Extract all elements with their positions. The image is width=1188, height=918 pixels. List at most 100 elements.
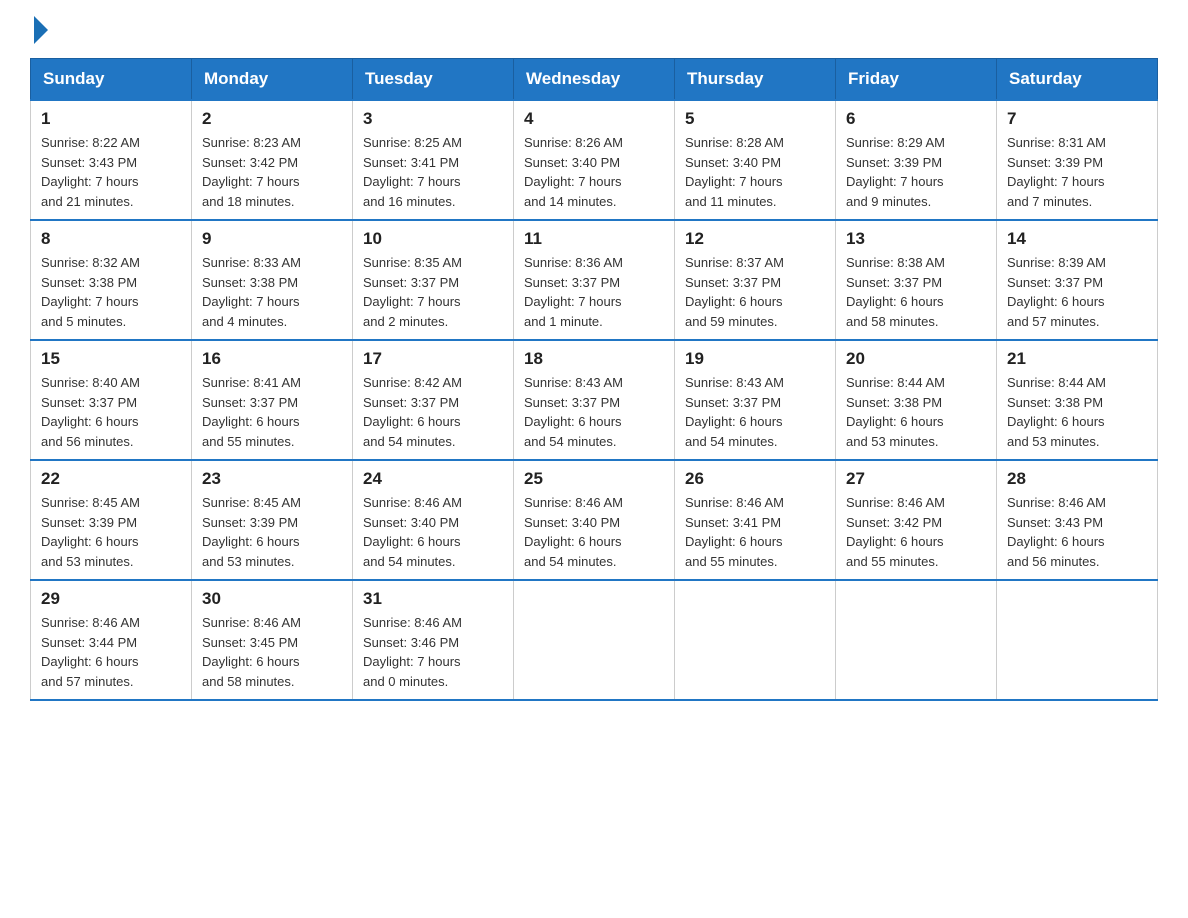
calendar-cell: 28Sunrise: 8:46 AMSunset: 3:43 PMDayligh… — [997, 460, 1158, 580]
logo — [30, 20, 48, 38]
day-info: Sunrise: 8:45 AMSunset: 3:39 PMDaylight:… — [41, 493, 181, 571]
day-info: Sunrise: 8:36 AMSunset: 3:37 PMDaylight:… — [524, 253, 664, 331]
day-number: 8 — [41, 229, 181, 249]
day-number: 13 — [846, 229, 986, 249]
calendar-cell: 9 Sunrise: 8:33 AMSunset: 3:38 PMDaylight… — [192, 220, 353, 340]
day-number: 11 — [524, 229, 664, 249]
day-number: 1 — [41, 109, 181, 129]
day-number: 4 — [524, 109, 664, 129]
day-info: Sunrise: 8:39 AMSunset: 3:37 PMDaylight:… — [1007, 253, 1147, 331]
day-info: Sunrise: 8:28 AMSunset: 3:40 PMDaylight:… — [685, 133, 825, 211]
calendar-header-row: SundayMondayTuesdayWednesdayThursdayFrid… — [31, 59, 1158, 101]
day-info: Sunrise: 8:44 AMSunset: 3:38 PMDaylight:… — [846, 373, 986, 451]
calendar-cell: 14 Sunrise: 8:39 AMSunset: 3:37 PMDayligh… — [997, 220, 1158, 340]
calendar-cell — [997, 580, 1158, 700]
day-header-friday: Friday — [836, 59, 997, 101]
calendar-cell: 27Sunrise: 8:46 AMSunset: 3:42 PMDayligh… — [836, 460, 997, 580]
day-info: Sunrise: 8:43 AMSunset: 3:37 PMDaylight:… — [524, 373, 664, 451]
day-info: Sunrise: 8:31 AMSunset: 3:39 PMDaylight:… — [1007, 133, 1147, 211]
calendar-cell: 5 Sunrise: 8:28 AMSunset: 3:40 PMDaylight… — [675, 100, 836, 220]
day-number: 5 — [685, 109, 825, 129]
day-number: 14 — [1007, 229, 1147, 249]
day-number: 19 — [685, 349, 825, 369]
day-number: 2 — [202, 109, 342, 129]
day-info: Sunrise: 8:45 AMSunset: 3:39 PMDaylight:… — [202, 493, 342, 571]
day-number: 30 — [202, 589, 342, 609]
day-info: Sunrise: 8:46 AMSunset: 3:46 PMDaylight:… — [363, 613, 503, 691]
day-info: Sunrise: 8:26 AMSunset: 3:40 PMDaylight:… — [524, 133, 664, 211]
day-header-saturday: Saturday — [997, 59, 1158, 101]
day-info: Sunrise: 8:32 AMSunset: 3:38 PMDaylight:… — [41, 253, 181, 331]
calendar-cell: 29Sunrise: 8:46 AMSunset: 3:44 PMDayligh… — [31, 580, 192, 700]
day-info: Sunrise: 8:37 AMSunset: 3:37 PMDaylight:… — [685, 253, 825, 331]
day-number: 15 — [41, 349, 181, 369]
day-info: Sunrise: 8:29 AMSunset: 3:39 PMDaylight:… — [846, 133, 986, 211]
day-number: 21 — [1007, 349, 1147, 369]
day-number: 22 — [41, 469, 181, 489]
day-info: Sunrise: 8:22 AMSunset: 3:43 PMDaylight:… — [41, 133, 181, 211]
calendar-cell: 4 Sunrise: 8:26 AMSunset: 3:40 PMDaylight… — [514, 100, 675, 220]
day-info: Sunrise: 8:46 AMSunset: 3:40 PMDaylight:… — [363, 493, 503, 571]
day-info: Sunrise: 8:33 AMSunset: 3:38 PMDaylight:… — [202, 253, 342, 331]
day-info: Sunrise: 8:46 AMSunset: 3:44 PMDaylight:… — [41, 613, 181, 691]
day-header-tuesday: Tuesday — [353, 59, 514, 101]
day-number: 24 — [363, 469, 503, 489]
day-header-wednesday: Wednesday — [514, 59, 675, 101]
day-number: 10 — [363, 229, 503, 249]
calendar-cell: 21 Sunrise: 8:44 AMSunset: 3:38 PMDayligh… — [997, 340, 1158, 460]
day-info: Sunrise: 8:44 AMSunset: 3:38 PMDaylight:… — [1007, 373, 1147, 451]
day-number: 3 — [363, 109, 503, 129]
calendar-cell: 23 Sunrise: 8:45 AMSunset: 3:39 PMDayligh… — [192, 460, 353, 580]
calendar-cell: 13Sunrise: 8:38 AMSunset: 3:37 PMDayligh… — [836, 220, 997, 340]
calendar-cell: 25Sunrise: 8:46 AMSunset: 3:40 PMDayligh… — [514, 460, 675, 580]
day-info: Sunrise: 8:46 AMSunset: 3:43 PMDaylight:… — [1007, 493, 1147, 571]
day-number: 7 — [1007, 109, 1147, 129]
calendar-cell: 11 Sunrise: 8:36 AMSunset: 3:37 PMDayligh… — [514, 220, 675, 340]
day-number: 9 — [202, 229, 342, 249]
day-info: Sunrise: 8:23 AMSunset: 3:42 PMDaylight:… — [202, 133, 342, 211]
day-info: Sunrise: 8:46 AMSunset: 3:42 PMDaylight:… — [846, 493, 986, 571]
day-number: 16 — [202, 349, 342, 369]
day-number: 6 — [846, 109, 986, 129]
calendar-table: SundayMondayTuesdayWednesdayThursdayFrid… — [30, 58, 1158, 701]
calendar-cell: 7 Sunrise: 8:31 AMSunset: 3:39 PMDaylight… — [997, 100, 1158, 220]
calendar-cell: 12 Sunrise: 8:37 AMSunset: 3:37 PMDayligh… — [675, 220, 836, 340]
calendar-cell: 10 Sunrise: 8:35 AMSunset: 3:37 PMDayligh… — [353, 220, 514, 340]
calendar-cell: 18Sunrise: 8:43 AMSunset: 3:37 PMDayligh… — [514, 340, 675, 460]
day-info: Sunrise: 8:41 AMSunset: 3:37 PMDaylight:… — [202, 373, 342, 451]
calendar-cell: 1 Sunrise: 8:22 AMSunset: 3:43 PMDaylight… — [31, 100, 192, 220]
calendar-week-row: 1 Sunrise: 8:22 AMSunset: 3:43 PMDaylight… — [31, 100, 1158, 220]
calendar-cell: 15Sunrise: 8:40 AMSunset: 3:37 PMDayligh… — [31, 340, 192, 460]
day-number: 31 — [363, 589, 503, 609]
day-info: Sunrise: 8:43 AMSunset: 3:37 PMDaylight:… — [685, 373, 825, 451]
day-info: Sunrise: 8:35 AMSunset: 3:37 PMDaylight:… — [363, 253, 503, 331]
calendar-cell — [675, 580, 836, 700]
calendar-cell: 31 Sunrise: 8:46 AMSunset: 3:46 PMDayligh… — [353, 580, 514, 700]
calendar-week-row: 29Sunrise: 8:46 AMSunset: 3:44 PMDayligh… — [31, 580, 1158, 700]
calendar-week-row: 8 Sunrise: 8:32 AMSunset: 3:38 PMDaylight… — [31, 220, 1158, 340]
calendar-cell: 16 Sunrise: 8:41 AMSunset: 3:37 PMDayligh… — [192, 340, 353, 460]
day-number: 23 — [202, 469, 342, 489]
calendar-cell: 3 Sunrise: 8:25 AMSunset: 3:41 PMDaylight… — [353, 100, 514, 220]
calendar-cell: 22 Sunrise: 8:45 AMSunset: 3:39 PMDayligh… — [31, 460, 192, 580]
day-number: 17 — [363, 349, 503, 369]
calendar-cell — [514, 580, 675, 700]
day-header-sunday: Sunday — [31, 59, 192, 101]
calendar-cell: 20 Sunrise: 8:44 AMSunset: 3:38 PMDayligh… — [836, 340, 997, 460]
page-header — [30, 20, 1158, 38]
day-info: Sunrise: 8:42 AMSunset: 3:37 PMDaylight:… — [363, 373, 503, 451]
day-number: 26 — [685, 469, 825, 489]
day-info: Sunrise: 8:25 AMSunset: 3:41 PMDaylight:… — [363, 133, 503, 211]
calendar-cell: 24 Sunrise: 8:46 AMSunset: 3:40 PMDayligh… — [353, 460, 514, 580]
calendar-cell: 6 Sunrise: 8:29 AMSunset: 3:39 PMDaylight… — [836, 100, 997, 220]
day-info: Sunrise: 8:46 AMSunset: 3:45 PMDaylight:… — [202, 613, 342, 691]
calendar-cell — [836, 580, 997, 700]
day-number: 20 — [846, 349, 986, 369]
calendar-cell: 8 Sunrise: 8:32 AMSunset: 3:38 PMDaylight… — [31, 220, 192, 340]
day-header-monday: Monday — [192, 59, 353, 101]
day-info: Sunrise: 8:46 AMSunset: 3:40 PMDaylight:… — [524, 493, 664, 571]
day-number: 12 — [685, 229, 825, 249]
day-info: Sunrise: 8:46 AMSunset: 3:41 PMDaylight:… — [685, 493, 825, 571]
day-header-thursday: Thursday — [675, 59, 836, 101]
logo-arrow-icon — [34, 16, 48, 44]
